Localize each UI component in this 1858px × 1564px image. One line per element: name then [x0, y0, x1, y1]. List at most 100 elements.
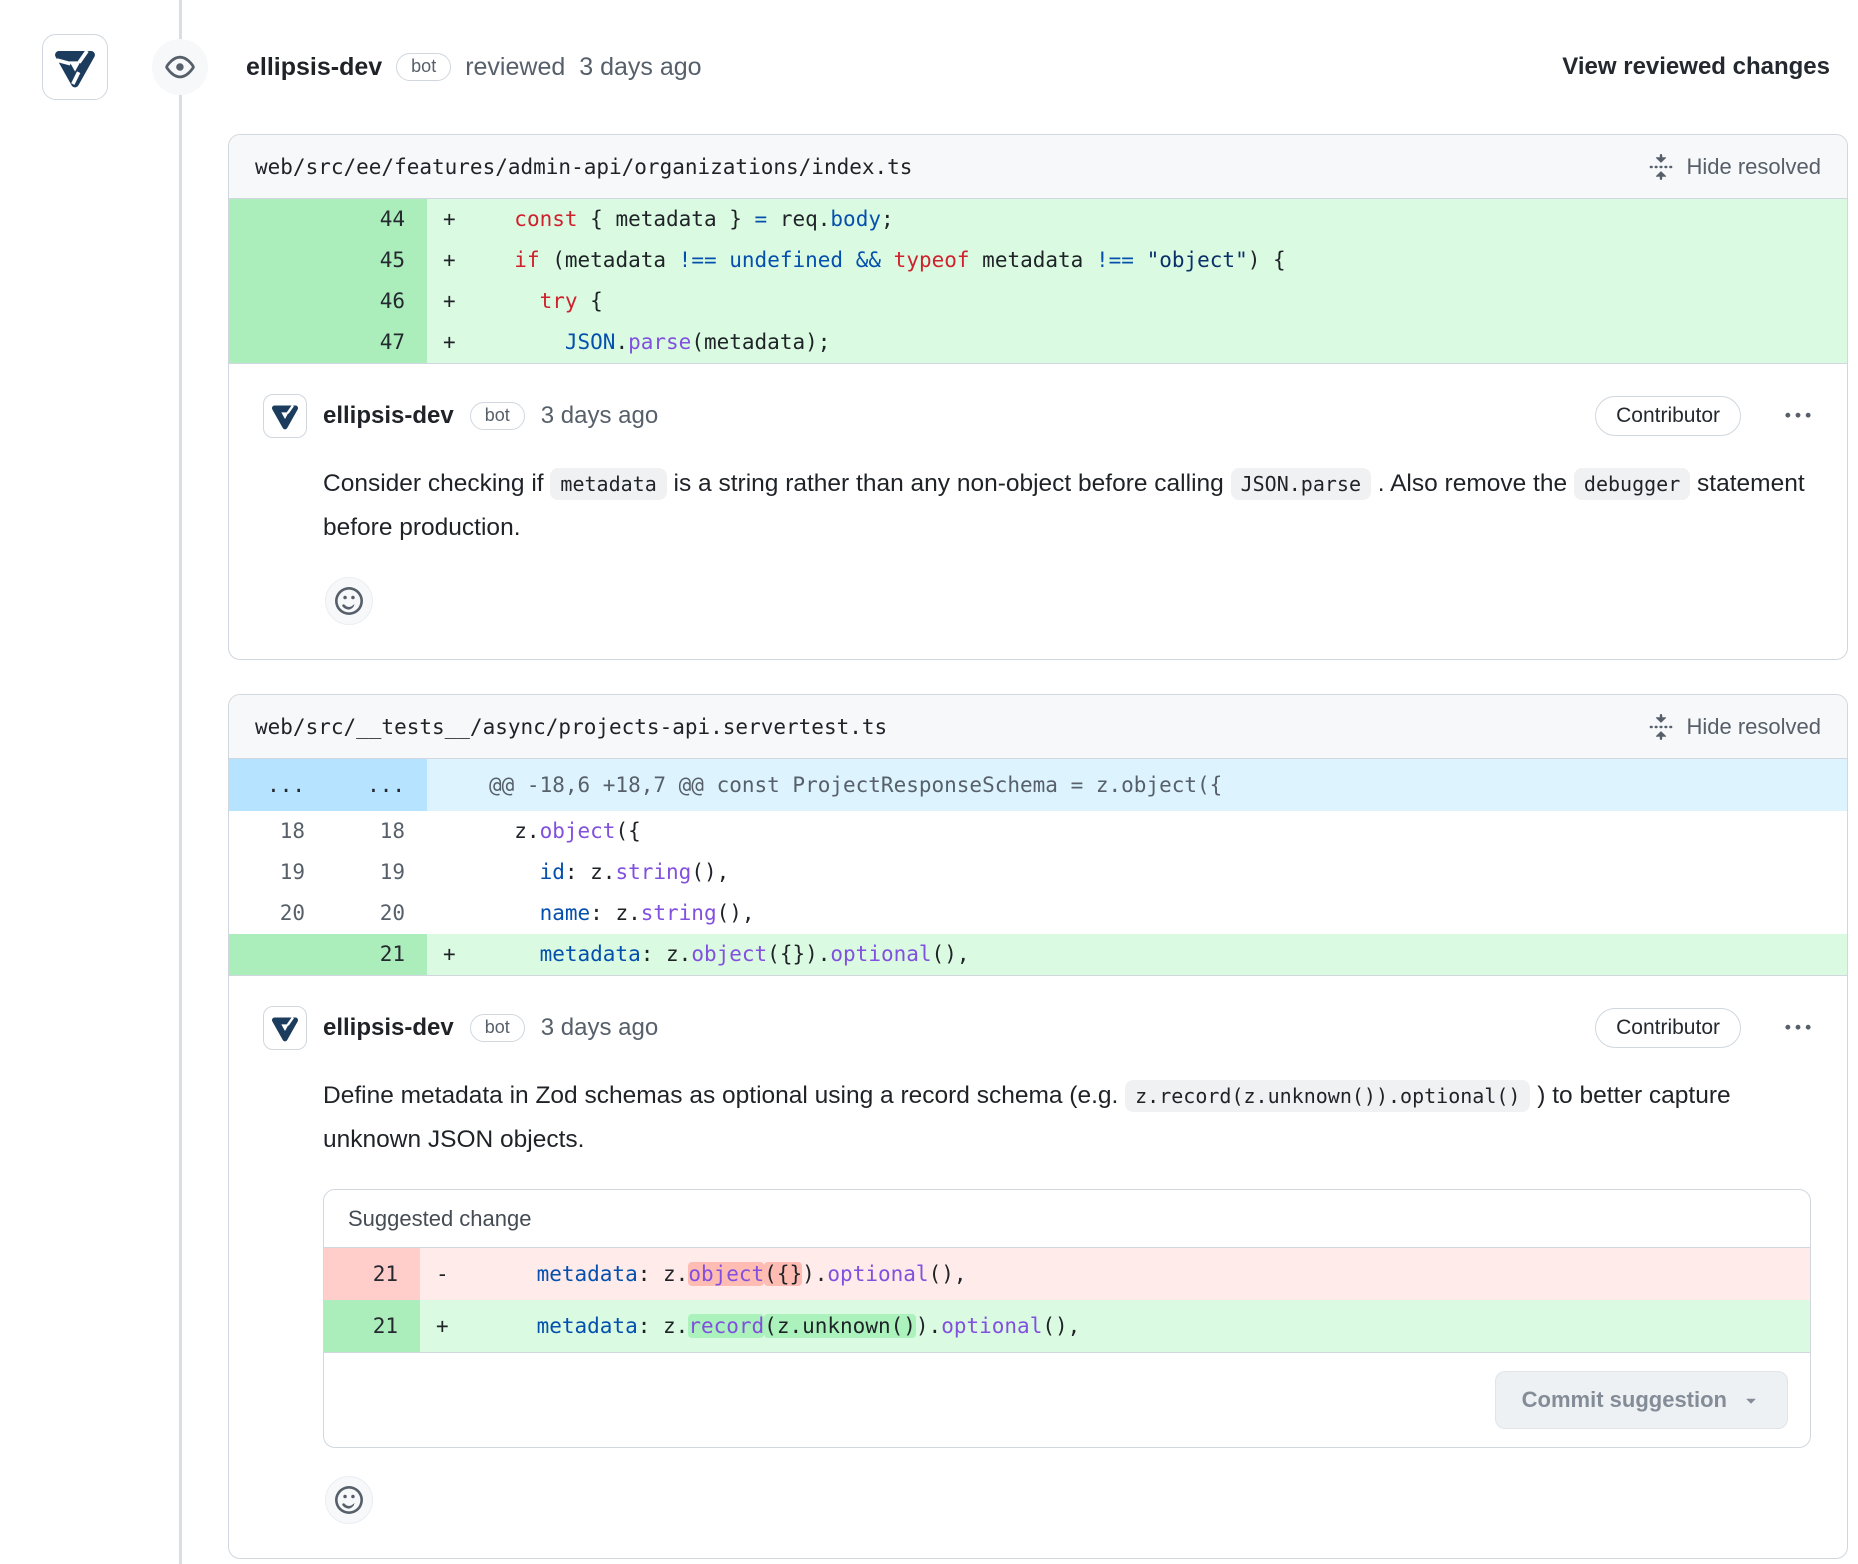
line-number — [229, 322, 327, 363]
diff-code-line: metadata: z.record(z.unknown()).optional… — [486, 1300, 1810, 1352]
body-text: . Also remove the — [1371, 470, 1574, 497]
caret-down-icon — [1741, 1390, 1761, 1410]
suggestion-diff: 21- metadata: z.object({}).optional(),21… — [324, 1248, 1810, 1352]
comment-avatar[interactable] — [263, 394, 307, 438]
diff-row: 21+ metadata: z.record(z.unknown()).opti… — [324, 1300, 1810, 1352]
line-number[interactable]: 45 — [327, 240, 427, 281]
kebab-menu-button[interactable] — [1785, 403, 1811, 429]
line-number[interactable]: 20 — [327, 893, 427, 934]
review-comment: ellipsis-dev bot 3 days ago Contributor … — [229, 364, 1847, 659]
ellipsis-logo-icon — [49, 41, 101, 93]
line-number: ... — [229, 759, 327, 811]
comment-timestamp[interactable]: 3 days ago — [541, 1014, 658, 1042]
smiley-icon — [335, 587, 363, 615]
comment-avatar[interactable] — [263, 1006, 307, 1050]
diff-row: ......@@ -18,6 +18,7 @@ const ProjectRes… — [229, 759, 1847, 811]
ellipsis-logo-icon — [268, 399, 302, 433]
diff-code-line: JSON.parse(metadata); — [489, 322, 1847, 363]
contributor-badge: Contributor — [1595, 1008, 1741, 1048]
line-number[interactable]: 19 — [327, 852, 427, 893]
kebab-menu-button[interactable] — [1785, 1015, 1811, 1041]
bot-badge: bot — [396, 53, 451, 82]
review-comment: ellipsis-dev bot 3 days ago Contributor … — [229, 976, 1847, 1558]
inline-code: z.record(z.unknown()).optional() — [1125, 1080, 1530, 1112]
hide-resolved-label: Hide resolved — [1686, 154, 1821, 180]
diff-marker — [427, 759, 489, 811]
view-reviewed-changes-link[interactable]: View reviewed changes — [1562, 53, 1830, 81]
hide-resolved-button[interactable]: Hide resolved — [1648, 154, 1821, 180]
line-number[interactable]: 44 — [327, 199, 427, 240]
diff-code-line: id: z.string(), — [489, 852, 1847, 893]
diff-marker: + — [427, 934, 489, 975]
diff-marker: + — [427, 281, 489, 322]
inline-code: JSON.parse — [1231, 468, 1371, 500]
body-text: is a string rather than any non-object b… — [667, 470, 1231, 497]
fold-icon — [1648, 714, 1674, 740]
hide-resolved-button[interactable]: Hide resolved — [1648, 714, 1821, 740]
diff-row: 45+ if (metadata !== undefined && typeof… — [229, 240, 1847, 281]
diff-row: 1818 z.object({ — [229, 811, 1847, 852]
commit-suggestion-button[interactable]: Commit suggestion — [1495, 1371, 1788, 1429]
diff-marker: - — [420, 1248, 486, 1300]
comment-body: Define metadata in Zod schemas as option… — [323, 1074, 1811, 1161]
file-card: web/src/__tests__/async/projects-api.ser… — [228, 694, 1848, 1559]
file-path[interactable]: web/src/ee/features/admin-api/organizati… — [255, 155, 912, 179]
review-timestamp[interactable]: 3 days ago — [579, 53, 701, 82]
diff-table: 44+ const { metadata } = req.body;45+ if… — [229, 199, 1847, 364]
file-path[interactable]: web/src/__tests__/async/projects-api.ser… — [255, 715, 887, 739]
line-number[interactable]: 19 — [229, 852, 327, 893]
suggested-change: Suggested change 21- metadata: z.object(… — [323, 1189, 1811, 1448]
diff-row: 2020 name: z.string(), — [229, 893, 1847, 934]
suggested-change-title: Suggested change — [324, 1190, 1810, 1248]
reviewer-avatar[interactable] — [42, 34, 108, 100]
suggestion-footer: Commit suggestion — [324, 1352, 1810, 1447]
diff-code-line: z.object({ — [489, 811, 1847, 852]
line-number — [229, 240, 327, 281]
diff-marker: + — [427, 199, 489, 240]
diff-code-line: name: z.string(), — [489, 893, 1847, 934]
review-event-badge — [152, 39, 208, 95]
diff-row: 21- metadata: z.object({}).optional(), — [324, 1248, 1810, 1300]
diff-table: ......@@ -18,6 +18,7 @@ const ProjectRes… — [229, 759, 1847, 976]
line-number[interactable]: 18 — [327, 811, 427, 852]
comment-timestamp[interactable]: 3 days ago — [541, 402, 658, 430]
diff-row: 21+ metadata: z.object({}).optional(), — [229, 934, 1847, 975]
reviewer-name[interactable]: ellipsis-dev — [246, 53, 382, 82]
diff-marker — [427, 893, 489, 934]
line-number[interactable]: 21 — [327, 934, 427, 975]
diff-marker: + — [427, 240, 489, 281]
commit-suggestion-label: Commit suggestion — [1522, 1387, 1727, 1413]
comment-bot-badge: bot — [470, 1014, 525, 1043]
line-number — [229, 281, 327, 322]
emoji-reaction-button[interactable] — [325, 1476, 373, 1524]
line-number: ... — [327, 759, 427, 811]
diff-code-line: metadata: z.object({}).optional(), — [489, 934, 1847, 975]
diff-marker — [427, 811, 489, 852]
line-number — [229, 199, 327, 240]
inline-code: debugger — [1574, 468, 1690, 500]
line-number[interactable]: 47 — [327, 322, 427, 363]
file-card: web/src/ee/features/admin-api/organizati… — [228, 134, 1848, 660]
diff-row: 47+ JSON.parse(metadata); — [229, 322, 1847, 363]
line-number[interactable]: 46 — [327, 281, 427, 322]
line-number[interactable]: 18 — [229, 811, 327, 852]
inline-code: metadata — [550, 468, 666, 500]
kebab-horizontal-icon — [1785, 403, 1811, 429]
diff-row: 44+ const { metadata } = req.body; — [229, 199, 1847, 240]
line-number[interactable]: 20 — [229, 893, 327, 934]
emoji-reaction-button[interactable] — [325, 577, 373, 625]
comment-author[interactable]: ellipsis-dev — [323, 402, 454, 430]
review-header: ellipsis-dev bot reviewed 3 days ago Vie… — [0, 0, 1858, 100]
diff-row: 46+ try { — [229, 281, 1847, 322]
body-text: Define metadata in Zod schemas as option… — [323, 1082, 1125, 1109]
file-header: web/src/ee/features/admin-api/organizati… — [229, 135, 1847, 199]
comment-author[interactable]: ellipsis-dev — [323, 1014, 454, 1042]
kebab-horizontal-icon — [1785, 1015, 1811, 1041]
line-number[interactable]: 21 — [324, 1300, 420, 1352]
diff-code-line: metadata: z.object({}).optional(), — [486, 1248, 1810, 1300]
diff-code-line: if (metadata !== undefined && typeof met… — [489, 240, 1847, 281]
timeline-line — [179, 0, 182, 1564]
diff-marker: + — [427, 322, 489, 363]
line-number[interactable]: 21 — [324, 1248, 420, 1300]
fold-icon — [1648, 154, 1674, 180]
